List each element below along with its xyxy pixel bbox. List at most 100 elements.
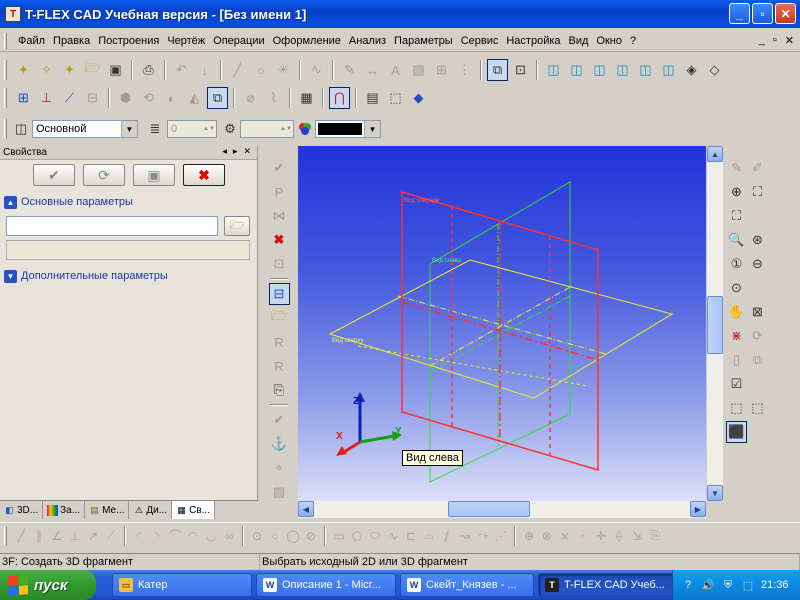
panel-next-button[interactable]: ▸ — [233, 146, 238, 157]
cancel-button[interactable]: ✖ — [183, 164, 225, 186]
zoom-fit-icon[interactable]: ⛶ — [747, 181, 768, 203]
perpendicular-icon[interactable]: ⊥ — [66, 526, 84, 546]
view-front-icon[interactable]: ◫ — [543, 59, 564, 81]
line-tool-icon[interactable]: ╱ — [12, 526, 30, 546]
fillet-icon[interactable]: ⌓ — [420, 526, 438, 546]
section-main-params[interactable]: ▲ Основные параметры — [0, 192, 257, 212]
mdi-close-button[interactable]: ✕ — [785, 34, 794, 47]
new-3d-document-icon[interactable]: ✧ — [36, 59, 57, 81]
zoom-icon[interactable]: 🔍 — [726, 229, 747, 251]
view-dimetric-icon[interactable]: ◇ — [704, 59, 725, 81]
double-circle-icon[interactable]: ∞ — [220, 526, 238, 546]
network-icon[interactable]: ⬚ — [741, 578, 755, 592]
rotate-icon[interactable]: ⟳ — [747, 325, 768, 347]
spring-icon[interactable]: ⌇ — [263, 87, 284, 109]
help-tray-icon[interactable]: ? — [681, 578, 695, 592]
pencil-icon[interactable]: ✐ — [747, 157, 768, 179]
menu-operations[interactable]: Операции — [210, 35, 267, 47]
print-icon[interactable]: ⎙ — [138, 59, 159, 81]
extrusion-icon[interactable]: ⬢ — [115, 87, 136, 109]
3d-path-icon[interactable]: ⊟ — [82, 87, 103, 109]
new-document-icon[interactable]: ✦ — [13, 59, 34, 81]
lcs-icon[interactable]: ⟋ — [59, 87, 80, 109]
zoom-out-icon[interactable]: ⊖ — [747, 253, 768, 275]
hatch-tool-icon[interactable]: ▨ — [269, 481, 290, 503]
circle-icon[interactable]: ○ — [250, 59, 271, 81]
redo-icon[interactable]: ↓ — [194, 59, 215, 81]
undo-icon[interactable]: ↶ — [171, 59, 192, 81]
open-file-icon[interactable]: 🗁 — [269, 307, 290, 329]
arc-icon[interactable]: ◜ — [130, 526, 148, 546]
pan-icon[interactable]: ✋ — [726, 301, 747, 323]
clock[interactable]: 21:36 — [761, 579, 789, 591]
vertical-scrollbar[interactable]: ▲ ▼ — [706, 146, 723, 501]
loft-icon[interactable]: ◭ — [184, 87, 205, 109]
close-button[interactable]: ✕ — [775, 3, 796, 24]
menu-settings[interactable]: Настройка — [503, 35, 563, 47]
menu-parameters[interactable]: Параметры — [391, 35, 456, 47]
dimension-icon[interactable]: ↔ — [362, 59, 383, 81]
pin-icon[interactable]: ⌖ — [269, 457, 290, 479]
menu-format[interactable]: Оформление — [270, 35, 344, 47]
point-icon[interactable]: ⊕ — [520, 526, 538, 546]
pathway-icon[interactable]: ⤳ — [474, 526, 492, 546]
toolbar-grip[interactable] — [4, 525, 7, 546]
clip-icon[interactable]: ⌀ — [240, 87, 261, 109]
intersection-icon[interactable]: ⨯ — [556, 526, 574, 546]
select-filter-icon[interactable]: ☑ — [726, 373, 747, 395]
mdi-restore-button[interactable]: ▫ — [773, 34, 777, 47]
scroll-down-icon[interactable]: ▼ — [707, 485, 723, 501]
midpoint-icon[interactable]: ◦ — [574, 526, 592, 546]
layers-icon[interactable]: ⬚ — [385, 87, 406, 109]
circle-3pt-icon[interactable]: ⊘ — [302, 526, 320, 546]
minimize-button[interactable]: _ — [729, 3, 750, 24]
open-icon[interactable]: 🗁 — [82, 59, 103, 81]
branch-icon[interactable]: ⋈ — [269, 205, 290, 227]
title-bar[interactable]: T T-FLEX CAD Учебная версия - [Без имени… — [0, 0, 800, 28]
toolbar-grip[interactable] — [4, 88, 7, 108]
arc-center-icon[interactable]: ◠ — [184, 526, 202, 546]
function-icon[interactable]: ƒ — [438, 526, 456, 546]
sketch-icon[interactable]: ∿ — [306, 59, 327, 81]
tab-properties[interactable]: ▦ Св... — [172, 501, 215, 519]
layer-select[interactable]: Основной ▼ — [32, 120, 138, 138]
boolean-icon[interactable]: ◐ — [161, 87, 182, 109]
hidden-lines-icon[interactable]: ⬚ — [747, 397, 768, 419]
parallel-line-icon[interactable]: ∥ — [30, 526, 48, 546]
polygon-icon[interactable]: ⬠ — [348, 526, 366, 546]
reference-icon[interactable]: R — [269, 331, 290, 353]
mirror-icon[interactable]: ⟠ — [610, 526, 628, 546]
ellipse-icon[interactable]: ⬭ — [366, 526, 384, 546]
new-assembly-icon[interactable]: ✦ — [59, 59, 80, 81]
view-bottom-icon[interactable]: ◫ — [658, 59, 679, 81]
view-right-icon[interactable]: ◫ — [612, 59, 633, 81]
zoom-window-icon[interactable]: ⛶ — [726, 205, 747, 227]
color-select[interactable]: ▼ — [315, 120, 381, 138]
save-icon[interactable]: ▣ — [105, 59, 126, 81]
menu-window[interactable]: Окно — [593, 35, 625, 47]
refresh-button[interactable]: ⟳ — [83, 164, 125, 186]
vertical-scroll-thumb[interactable] — [707, 296, 723, 354]
page-icon[interactable]: ▯ — [726, 349, 747, 371]
ok-button[interactable]: ✔ — [33, 164, 75, 186]
offset-icon[interactable]: ⊏ — [402, 526, 420, 546]
line-icon[interactable]: ╱ — [227, 59, 248, 81]
tangent-line-icon[interactable]: ↗ — [84, 526, 102, 546]
3d-fragment-icon[interactable]: ⧉ — [207, 87, 228, 109]
tab-3d-model[interactable]: ◧ 3D... — [0, 501, 44, 519]
parameters-icon[interactable]: P — [269, 181, 290, 203]
wireframe-icon[interactable]: ⬚ — [726, 397, 747, 419]
tab-diagnostics[interactable]: ⚠ Ди... — [129, 501, 173, 519]
zoom-pan-icon[interactable]: ⊛ — [747, 229, 768, 251]
panel-prev-button[interactable]: ◂ — [222, 146, 227, 157]
browse-button[interactable]: 🗁 — [224, 216, 250, 236]
task-tflex[interactable]: T T-FLEX CAD Учеб... — [538, 573, 676, 597]
scroll-right-icon[interactable]: ▶ — [690, 501, 706, 517]
shield-icon[interactable]: ⛨ — [721, 578, 735, 592]
workplane-icon[interactable]: ⊞ — [13, 87, 34, 109]
toolbar-grip[interactable] — [4, 60, 7, 80]
node-tool-icon[interactable]: ⊗ — [538, 526, 556, 546]
bezier-icon[interactable]: ↝ — [456, 526, 474, 546]
exit-icon[interactable]: ✖ — [269, 229, 290, 251]
confirm-icon[interactable]: ✔ — [269, 157, 290, 179]
